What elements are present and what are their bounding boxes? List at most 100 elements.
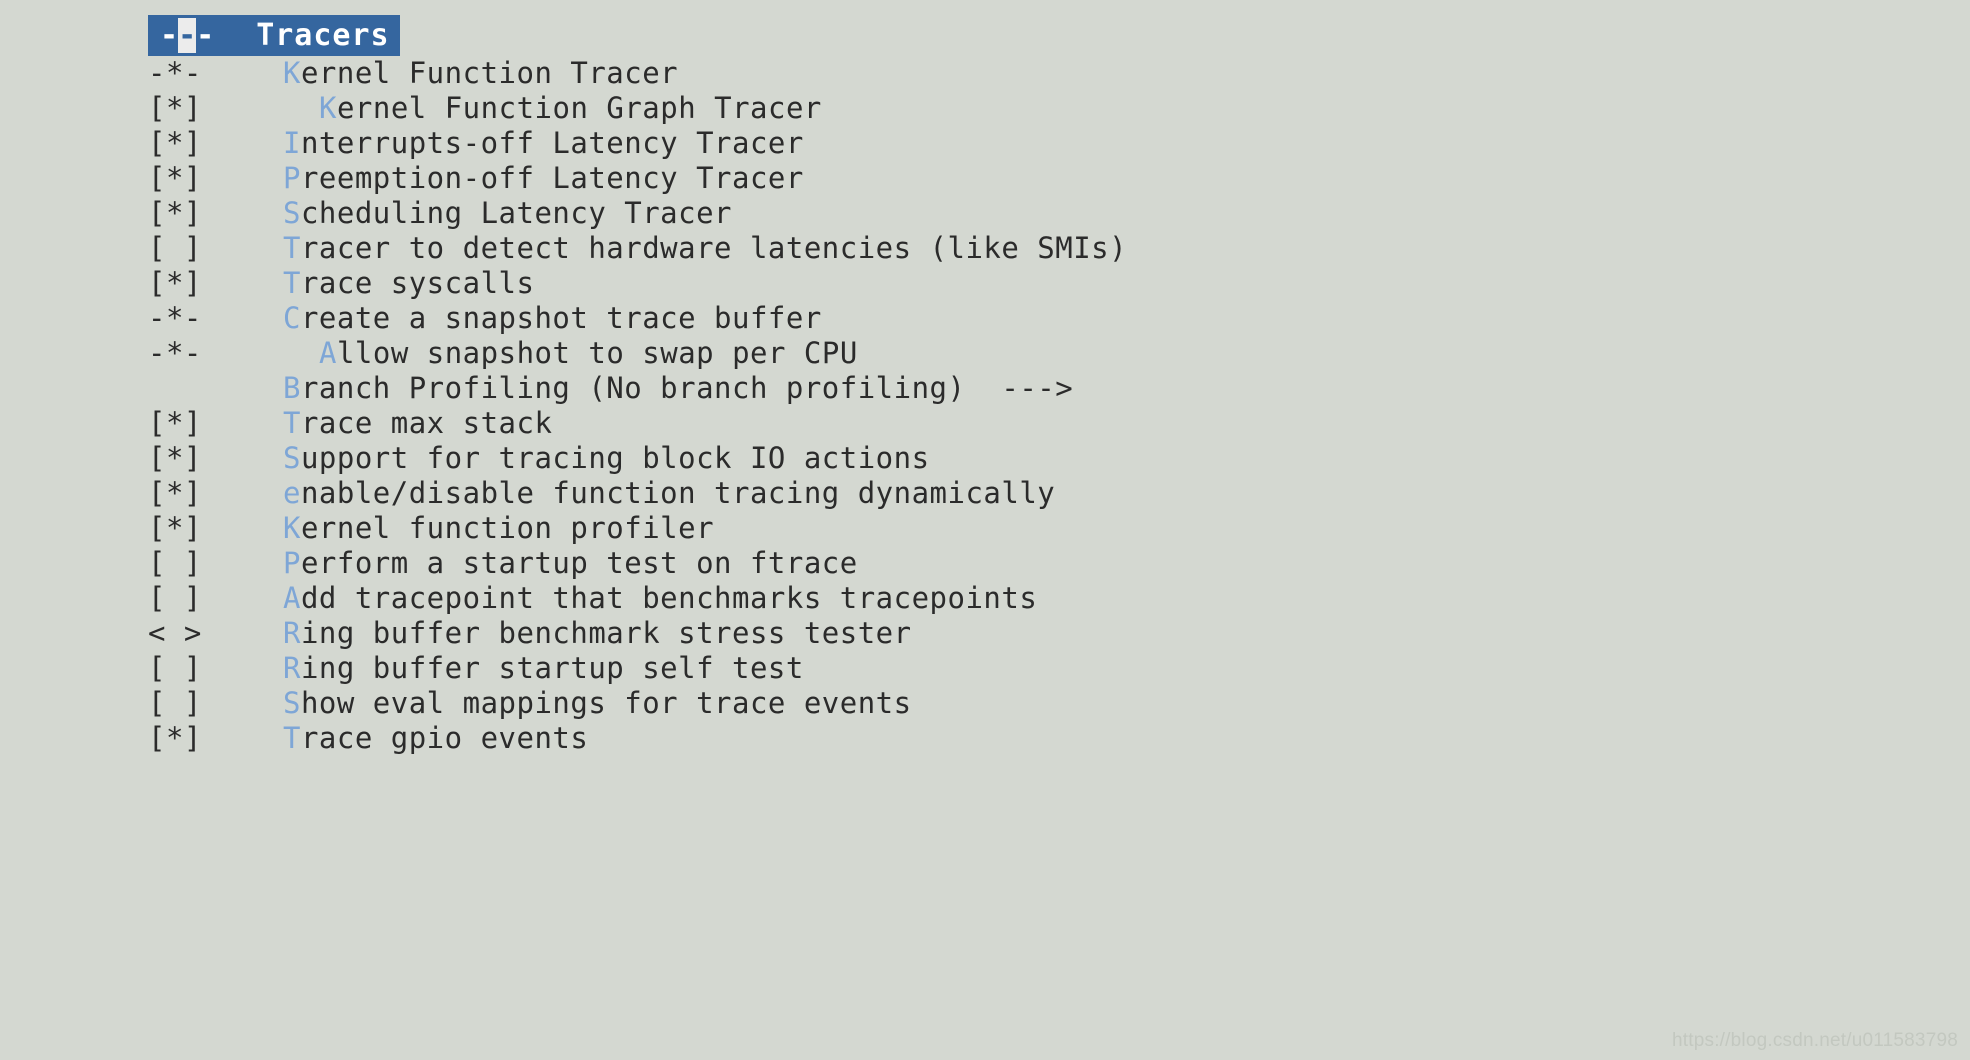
option-label[interactable]: Preemption-off Latency Tracer	[283, 161, 804, 196]
option-hotkey: R	[283, 651, 301, 685]
option-row[interactable]: [*] Interrupts-off Latency Tracer	[0, 126, 1970, 161]
option-marker[interactable]: -*-	[148, 56, 202, 91]
option-marker[interactable]: [*]	[148, 406, 202, 441]
option-label[interactable]: Ring buffer startup self test	[283, 651, 804, 686]
option-row[interactable]: [ ] Show eval mappings for trace events	[0, 686, 1970, 721]
option-row[interactable]: [*] Preemption-off Latency Tracer	[0, 161, 1970, 196]
option-row[interactable]: [*] Trace max stack	[0, 406, 1970, 441]
option-hotkey: A	[319, 336, 337, 370]
option-text: ernel Function Tracer	[300, 56, 679, 90]
option-marker[interactable]: < >	[148, 616, 202, 651]
option-marker[interactable]: [*]	[148, 161, 202, 196]
option-text: race syscalls	[300, 266, 535, 300]
option-text: ing buffer benchmark stress tester	[300, 616, 912, 650]
option-hotkey: C	[283, 301, 301, 335]
option-text: how eval mappings for trace events	[300, 686, 912, 720]
option-marker[interactable]: [*]	[148, 476, 202, 511]
option-row[interactable]: [*] Trace gpio events	[0, 721, 1970, 756]
option-marker[interactable]: [ ]	[148, 581, 202, 616]
option-label[interactable]: Ring buffer benchmark stress tester	[283, 616, 912, 651]
option-hotkey: B	[283, 371, 301, 405]
option-row[interactable]: [*] Support for tracing block IO actions	[0, 441, 1970, 476]
option-row[interactable]: [*] Scheduling Latency Tracer	[0, 196, 1970, 231]
option-text: cheduling Latency Tracer	[300, 196, 732, 230]
option-label[interactable]: Branch Profiling (No branch profiling) -…	[283, 371, 1073, 406]
option-marker[interactable]: -*-	[148, 336, 202, 371]
option-text: ernel Function Graph Tracer	[336, 91, 822, 125]
option-hotkey: A	[283, 581, 301, 615]
option-text: race gpio events	[300, 721, 589, 755]
option-label[interactable]: Trace max stack	[283, 406, 552, 441]
menu-title-bar: --- Tracers	[148, 15, 400, 56]
option-marker[interactable]: [*]	[148, 91, 202, 126]
option-row[interactable]: [ ] Tracer to detect hardware latencies (…	[0, 231, 1970, 266]
option-marker[interactable]: [ ]	[148, 686, 202, 721]
option-label[interactable]: Trace gpio events	[283, 721, 588, 756]
option-label[interactable]: Add tracepoint that benchmarks tracepoin…	[283, 581, 1037, 616]
option-text: reate a snapshot trace buffer	[300, 301, 822, 335]
option-marker[interactable]: [*]	[148, 721, 202, 756]
option-text: nterrupts-off Latency Tracer	[300, 126, 804, 160]
option-text: reemption-off Latency Tracer	[300, 161, 804, 195]
page-title: Tracers	[256, 18, 390, 53]
option-row[interactable]: [*] Kernel function profiler	[0, 511, 1970, 546]
option-text: ing buffer startup self test	[300, 651, 804, 685]
option-label[interactable]: Interrupts-off Latency Tracer	[283, 126, 804, 161]
option-marker[interactable]: [*]	[148, 196, 202, 231]
option-row[interactable]: [ ] Perform a startup test on ftrace	[0, 546, 1970, 581]
option-marker[interactable]: [*]	[148, 511, 202, 546]
option-marker[interactable]: [ ]	[148, 546, 202, 581]
option-row[interactable]: -*- Kernel Function Tracer	[0, 56, 1970, 91]
option-hotkey: T	[283, 231, 301, 265]
option-marker[interactable]: [ ]	[148, 231, 202, 266]
option-hotkey: T	[283, 406, 301, 440]
option-label[interactable]: Show eval mappings for trace events	[283, 686, 912, 721]
option-text: llow snapshot to swap per CPU	[336, 336, 858, 370]
option-marker[interactable]: -*-	[148, 301, 202, 336]
option-hotkey: e	[283, 476, 301, 510]
option-marker[interactable]: [*]	[148, 266, 202, 301]
option-label[interactable]: Allow snapshot to swap per CPU	[319, 336, 858, 371]
option-label[interactable]: Kernel function profiler	[283, 511, 714, 546]
option-row[interactable]: [*] Kernel Function Graph Tracer	[0, 91, 1970, 126]
option-hotkey: T	[283, 266, 301, 300]
option-text: race max stack	[300, 406, 553, 440]
option-row[interactable]: [*] Trace syscalls	[0, 266, 1970, 301]
tracers-menu-window: --- Tracers -*- Kernel Function Tracer [*]…	[0, 0, 1970, 1060]
option-marker[interactable]: [*]	[148, 126, 202, 161]
option-hotkey: S	[283, 686, 301, 720]
option-hotkey: P	[283, 161, 301, 195]
option-label[interactable]: Support for tracing block IO actions	[283, 441, 930, 476]
watermark-text: https://blog.csdn.net/u011583798	[1672, 1030, 1958, 1051]
cursor-block: -	[178, 18, 197, 53]
option-label[interactable]: Kernel Function Tracer	[283, 56, 678, 91]
option-hotkey: R	[283, 616, 301, 650]
option-hotkey: K	[283, 56, 301, 90]
option-text: racer to detect hardware latencies (like…	[300, 231, 1128, 265]
option-label[interactable]: enable/disable function tracing dynamica…	[283, 476, 1055, 511]
option-row[interactable]: < > Ring buffer benchmark stress tester	[0, 616, 1970, 651]
option-label[interactable]: Scheduling Latency Tracer	[283, 196, 732, 231]
option-marker[interactable]: [*]	[148, 441, 202, 476]
option-label[interactable]: Tracer to detect hardware latencies (lik…	[283, 231, 1127, 266]
option-row[interactable]: -*- Create a snapshot trace buffer	[0, 301, 1970, 336]
title-bar-dashes: ---	[160, 18, 215, 53]
option-row[interactable]: [ ] Add tracepoint that benchmarks tracep…	[0, 581, 1970, 616]
option-row[interactable]: Branch Profiling (No branch profiling) -…	[0, 371, 1970, 406]
option-row[interactable]: [ ] Ring buffer startup self test	[0, 651, 1970, 686]
option-row[interactable]: -*- Allow snapshot to swap per CPU	[0, 336, 1970, 371]
option-text: dd tracepoint that benchmarks tracepoint…	[300, 581, 1038, 615]
option-row[interactable]: [*] enable/disable function tracing dynam…	[0, 476, 1970, 511]
option-text: ernel function profiler	[300, 511, 715, 545]
option-label[interactable]: Perform a startup test on ftrace	[283, 546, 858, 581]
option-hotkey: I	[283, 126, 301, 160]
option-label[interactable]: Trace syscalls	[283, 266, 534, 301]
option-hotkey: T	[283, 721, 301, 755]
option-text: nable/disable function tracing dynamical…	[300, 476, 1056, 510]
option-label[interactable]: Kernel Function Graph Tracer	[319, 91, 822, 126]
option-text: upport for tracing block IO actions	[300, 441, 930, 475]
option-hotkey: K	[319, 91, 337, 125]
option-hotkey: K	[283, 511, 301, 545]
option-marker[interactable]: [ ]	[148, 651, 202, 686]
option-label[interactable]: Create a snapshot trace buffer	[283, 301, 822, 336]
